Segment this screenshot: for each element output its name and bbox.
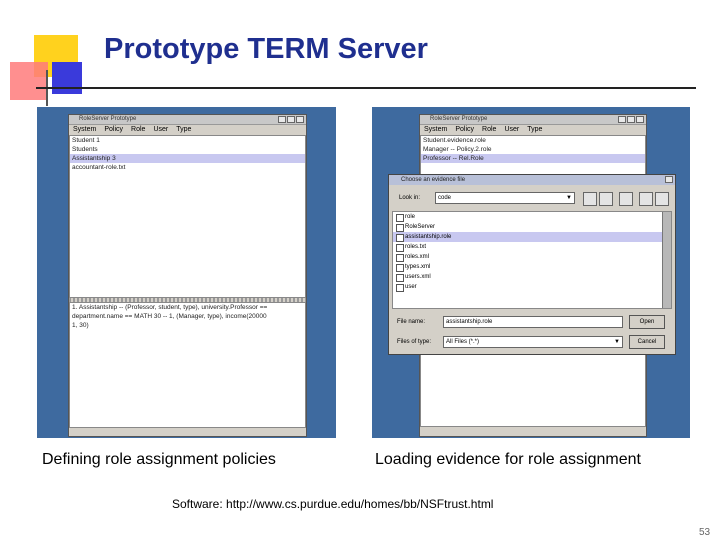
close-icon[interactable] xyxy=(636,116,644,123)
menu-type[interactable]: Type xyxy=(176,125,191,135)
file-list-scrollbar[interactable] xyxy=(662,212,671,308)
file-icon xyxy=(396,214,404,222)
chevron-down-icon: ▼ xyxy=(566,195,572,201)
maximize-icon[interactable] xyxy=(627,116,635,123)
role-list: Student 1 Students Assistantship 3 accou… xyxy=(69,135,306,298)
logo-red-square xyxy=(10,62,48,100)
software-link[interactable]: Software: http://www.cs.purdue.edu/homes… xyxy=(172,497,493,511)
file-list-item[interactable]: roles.txt xyxy=(393,242,671,252)
file-icon xyxy=(396,224,404,232)
role-list-item-selected[interactable]: Assistantship 3 xyxy=(70,154,305,163)
file-list-item[interactable]: RoleServer xyxy=(393,222,671,232)
policy-line: 1. Assistantship -- (Professor, student,… xyxy=(72,304,268,311)
menu-policy[interactable]: Policy xyxy=(104,125,123,135)
file-icon xyxy=(396,274,404,282)
new-folder-icon[interactable] xyxy=(619,192,633,206)
dialog-title: Choose an evidence file xyxy=(401,177,466,183)
look-in-label: Look in: xyxy=(399,195,421,201)
file-list-item[interactable]: roles.xml xyxy=(393,252,671,262)
title-underline xyxy=(36,87,696,89)
files-of-type-value: All Files (*.*) xyxy=(446,339,480,345)
file-icon xyxy=(396,254,404,262)
file-name-label: File name: xyxy=(397,319,426,325)
file-icon xyxy=(396,264,404,272)
file-name: roles.xml xyxy=(405,254,430,260)
file-list-item[interactable]: types.xml xyxy=(393,262,671,272)
menu-policy[interactable]: Policy xyxy=(455,125,474,135)
up-folder-icon[interactable] xyxy=(583,192,597,206)
look-in-select[interactable]: code ▼ xyxy=(435,192,575,204)
logo-blue-square xyxy=(52,62,82,94)
file-list: role RoleServer assistantship.role roles… xyxy=(392,211,672,309)
close-icon[interactable] xyxy=(665,176,673,183)
close-icon[interactable] xyxy=(296,116,304,123)
file-list-item[interactable]: user xyxy=(393,282,671,292)
details-view-icon[interactable] xyxy=(655,192,669,206)
menu-user[interactable]: User xyxy=(504,125,519,135)
menu-bar: System Policy Role User Type xyxy=(69,125,306,135)
dialog-titlebar: Choose an evidence file xyxy=(389,175,675,185)
policy-line: 1, 30) xyxy=(72,322,89,329)
menu-system[interactable]: System xyxy=(424,125,447,135)
menu-type[interactable]: Type xyxy=(527,125,542,135)
policy-text-area[interactable]: 1. Assistantship -- (Professor, student,… xyxy=(69,302,306,428)
file-name-input[interactable]: assistantship.role xyxy=(443,316,623,328)
file-icon xyxy=(396,284,404,292)
file-icon xyxy=(396,244,404,252)
role-list-item[interactable]: Manager -- Policy.2.role xyxy=(421,145,645,154)
page-number: 53 xyxy=(699,527,711,538)
slide-title: Prototype TERM Server xyxy=(104,33,428,65)
window-titlebar: RoleServer Prototype xyxy=(420,115,646,125)
file-name: assistantship.role xyxy=(405,234,452,240)
file-name: user xyxy=(405,284,417,290)
window-titlebar: RoleServer Prototype xyxy=(69,115,306,125)
menu-role[interactable]: Role xyxy=(482,125,496,135)
list-view-icon[interactable] xyxy=(639,192,653,206)
file-list-item-selected[interactable]: assistantship.role xyxy=(393,232,671,242)
file-chooser-dialog: Choose an evidence file Look in: code ▼ … xyxy=(388,174,676,355)
minimize-icon[interactable] xyxy=(278,116,286,123)
role-list-item[interactable]: accountant-role.txt xyxy=(70,163,305,172)
file-name: role xyxy=(405,214,416,220)
file-name: types.xml xyxy=(405,264,431,270)
menu-bar: System Policy Role User Type xyxy=(420,125,646,135)
window-title: RoleServer Prototype xyxy=(430,116,488,122)
maximize-icon[interactable] xyxy=(287,116,295,123)
menu-system[interactable]: System xyxy=(73,125,96,135)
window-title: RoleServer Prototype xyxy=(79,116,137,122)
cancel-button[interactable]: Cancel xyxy=(629,335,665,349)
file-name: RoleServer xyxy=(405,224,436,230)
open-button[interactable]: Open xyxy=(629,315,665,329)
file-icon xyxy=(396,234,404,242)
policy-line: department.name == MATH 30 -- 1, (Manage… xyxy=(72,313,267,320)
chevron-down-icon: ▼ xyxy=(614,339,620,345)
role-list-item-selected[interactable]: Professor -- Rel.Role xyxy=(421,154,645,163)
left-caption: Defining role assignment policies xyxy=(42,451,276,468)
files-of-type-label: Files of type: xyxy=(397,339,432,345)
menu-role[interactable]: Role xyxy=(131,125,145,135)
left-screenshot: RoleServer Prototype System Policy Role … xyxy=(37,107,336,438)
file-list-item[interactable]: role xyxy=(393,212,671,222)
file-list-item[interactable]: users.xml xyxy=(393,272,671,282)
files-of-type-select[interactable]: All Files (*.*) ▼ xyxy=(443,336,623,348)
home-folder-icon[interactable] xyxy=(599,192,613,206)
file-name: users.xml xyxy=(405,274,431,280)
role-list-item[interactable]: Student 1 xyxy=(70,136,305,145)
minimize-icon[interactable] xyxy=(618,116,626,123)
menu-user[interactable]: User xyxy=(153,125,168,135)
right-caption: Loading evidence for role assignment xyxy=(375,451,641,468)
role-list-item[interactable]: Student.evidence.role xyxy=(421,136,645,145)
right-screenshot: RoleServer Prototype System Policy Role … xyxy=(372,107,690,438)
role-list-item[interactable]: Students xyxy=(70,145,305,154)
roleserver-window: RoleServer Prototype System Policy Role … xyxy=(68,114,307,437)
look-in-value: code xyxy=(438,195,452,201)
file-name: roles.txt xyxy=(405,244,427,250)
